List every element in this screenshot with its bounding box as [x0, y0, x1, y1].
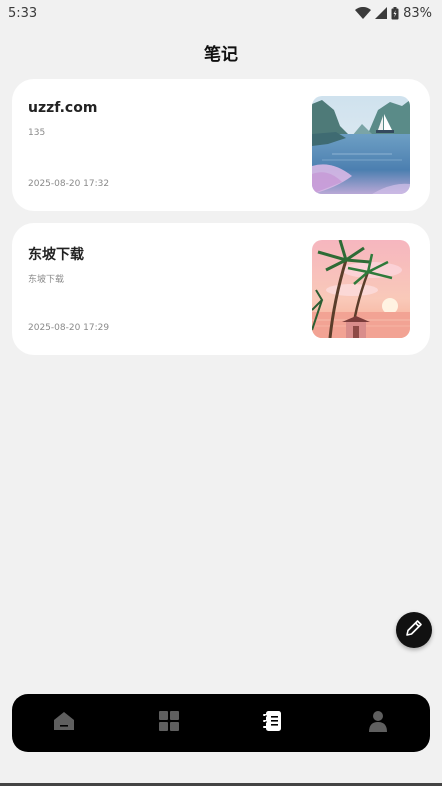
new-note-button[interactable] — [396, 612, 432, 648]
note-date: 2025-08-20 17:29 — [28, 323, 110, 333]
note-thumbnail — [312, 240, 410, 338]
status-time: 5:33 — [8, 5, 38, 21]
bottom-nav — [12, 694, 430, 752]
wifi-icon — [355, 7, 372, 19]
cell-signal-icon — [375, 7, 388, 19]
note-body: 东坡下载 — [28, 275, 65, 285]
note-body: 135 — [28, 128, 46, 138]
note-title: 东坡下载 — [28, 247, 84, 263]
grid-icon — [158, 711, 179, 735]
page-title: 笔记 — [204, 45, 238, 65]
note-title: uzzf.com — [28, 100, 98, 116]
status-icons: 83% — [355, 6, 432, 21]
nav-profile[interactable] — [352, 701, 404, 745]
person-icon — [368, 710, 388, 736]
nav-home[interactable] — [38, 701, 90, 745]
note-card[interactable]: 东坡下载 东坡下载 2025-08-20 17:29 — [12, 223, 430, 355]
note-thumbnail — [312, 96, 410, 194]
battery-icon — [391, 6, 399, 20]
pencil-icon — [404, 618, 424, 642]
nav-grid[interactable] — [143, 701, 195, 745]
note-date: 2025-08-20 17:32 — [28, 179, 110, 189]
battery-percent: 83% — [403, 5, 432, 21]
status-bar: 5:33 83% — [0, 0, 442, 26]
home-icon — [53, 710, 75, 736]
note-card[interactable]: uzzf.com 135 2025-08-20 17:32 — [12, 79, 430, 211]
nav-notes[interactable] — [247, 701, 299, 745]
notebook-icon — [263, 710, 283, 736]
